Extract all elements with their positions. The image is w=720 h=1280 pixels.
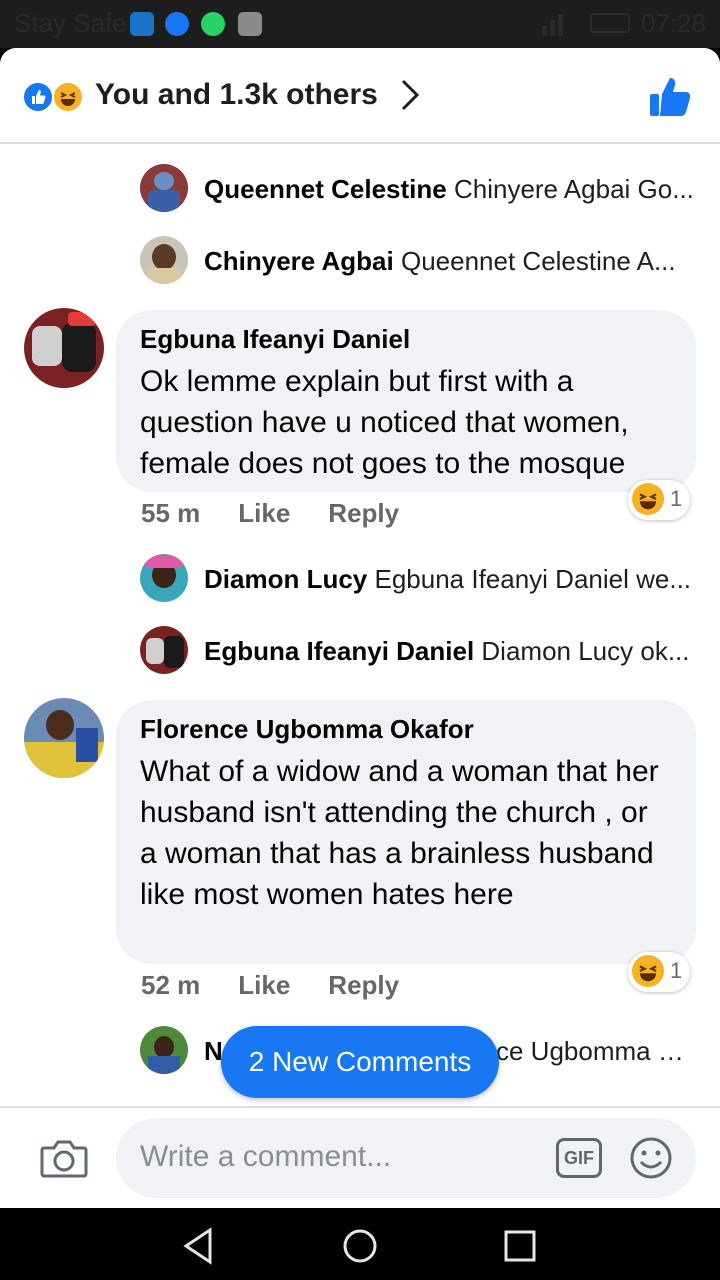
comment-actions: 55 m Like Reply: [141, 498, 437, 529]
reaction-count: 1: [670, 486, 683, 511]
reply-text: ce Ugbomma O...: [496, 1036, 696, 1066]
status-bar: Stay Safe 07:28: [0, 0, 720, 48]
reply-author[interactable]: Queennet Celestine: [204, 174, 447, 204]
haha-icon: [632, 483, 664, 515]
signal-icon: [542, 14, 563, 36]
facebook-notification-icon: [165, 12, 189, 36]
whatsapp-notification-icon: [201, 12, 225, 36]
reply-link[interactable]: Reply: [328, 498, 399, 529]
carrier-text: Stay Safe: [14, 8, 127, 38]
reply-preview-tail: ce Ugbomma O...: [496, 1036, 696, 1067]
haha-reaction-icon: [52, 81, 84, 113]
comment-bubble[interactable]: Egbuna Ifeanyi Daniel Ok lemme explain b…: [116, 310, 696, 492]
avatar[interactable]: [140, 554, 188, 602]
comment-composer: Write a comment... GIF: [0, 1106, 720, 1208]
smile-icon[interactable]: [629, 1136, 673, 1180]
reply-author[interactable]: Diamon Lucy: [204, 564, 367, 594]
battery-icon: [590, 13, 630, 33]
back-triangle-icon[interactable]: [180, 1226, 220, 1266]
reactions-header[interactable]: You and 1.3k others: [0, 48, 720, 144]
comment-input[interactable]: Write a comment... GIF: [116, 1118, 696, 1198]
reaction-count: 1: [670, 958, 683, 983]
camera-icon[interactable]: [40, 1136, 88, 1180]
reply-text: Chinyere Agbai Go...: [453, 174, 694, 204]
new-comments-button[interactable]: 2 New Comments: [221, 1026, 499, 1098]
like-link[interactable]: Like: [238, 498, 290, 529]
chevron-right-icon[interactable]: [398, 78, 422, 112]
comment-placeholder: Write a comment...: [140, 1140, 392, 1173]
comments-sheet: You and 1.3k others Queennet Celestine C…: [0, 48, 720, 1208]
thumbs-up-icon[interactable]: [648, 74, 694, 120]
comment-author[interactable]: Florence Ugbomma Okafor: [140, 714, 672, 745]
reply-preview[interactable]: Diamon Lucy Egbuna Ifeanyi Daniel we...: [204, 564, 694, 595]
gallery-notification-icon: [238, 12, 262, 36]
comment-time: 52 m: [141, 970, 201, 1000]
app-notification-icon: [130, 12, 154, 36]
avatar[interactable]: [140, 1026, 188, 1074]
like-reaction-icon: [22, 81, 54, 113]
reply-author[interactable]: N: [204, 1036, 223, 1066]
avatar[interactable]: [140, 626, 188, 674]
reactions-summary[interactable]: You and 1.3k others: [95, 78, 378, 112]
home-circle-icon[interactable]: [340, 1226, 380, 1266]
reply-link[interactable]: Reply: [328, 970, 399, 1001]
reply-preview[interactable]: Queennet Celestine Chinyere Agbai Go...: [204, 174, 694, 205]
reply-text: Diamon Lucy ok...: [481, 636, 690, 666]
reply-author[interactable]: Egbuna Ifeanyi Daniel: [204, 636, 474, 666]
system-nav-bar: [0, 1208, 720, 1280]
reply-author[interactable]: Chinyere Agbai: [204, 246, 394, 276]
reply-preview[interactable]: Egbuna Ifeanyi Daniel Diamon Lucy ok...: [204, 636, 694, 667]
comment-list: Queennet Celestine Chinyere Agbai Go... …: [0, 146, 720, 1106]
comment-bubble[interactable]: Florence Ugbomma Okafor What of a widow …: [116, 700, 696, 964]
reaction-badge[interactable]: 1: [628, 952, 691, 992]
reply-preview[interactable]: Chinyere Agbai Queennet Celestine A...: [204, 246, 694, 277]
gif-button[interactable]: GIF: [556, 1138, 602, 1178]
avatar[interactable]: [24, 308, 104, 388]
reply-text: Queennet Celestine A...: [400, 246, 676, 276]
reaction-badge[interactable]: 1: [628, 480, 691, 520]
haha-icon: [632, 955, 664, 987]
avatar[interactable]: [24, 698, 104, 778]
comment-actions: 52 m Like Reply: [141, 970, 437, 1001]
comment-time: 55 m: [141, 498, 201, 528]
comment-author[interactable]: Egbuna Ifeanyi Daniel: [140, 324, 672, 355]
clock: 07:28: [640, 8, 706, 38]
avatar[interactable]: [140, 164, 188, 212]
avatar[interactable]: [140, 236, 188, 284]
like-link[interactable]: Like: [238, 970, 290, 1001]
reply-text: Egbuna Ifeanyi Daniel we...: [374, 564, 692, 594]
recent-square-icon[interactable]: [500, 1226, 540, 1266]
comment-text: Ok lemme explain but first with a questi…: [140, 365, 629, 480]
comment-text: What of a widow and a woman that her hus…: [140, 755, 659, 911]
